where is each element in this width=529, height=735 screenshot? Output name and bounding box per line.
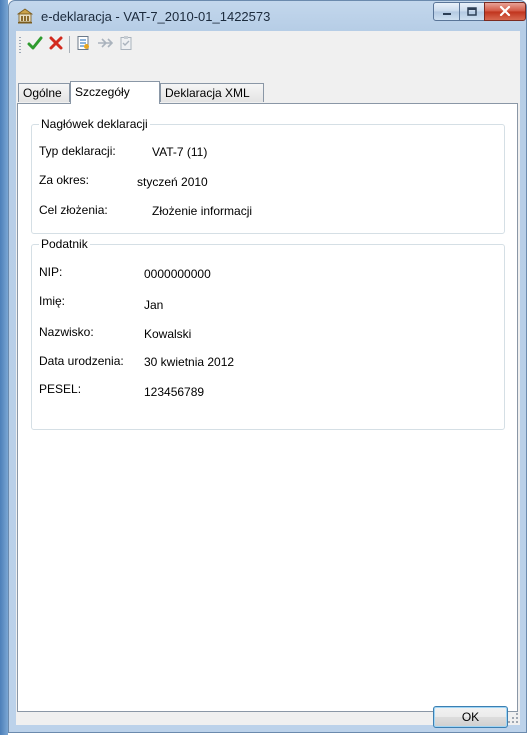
building-icon	[16, 8, 34, 24]
close-button[interactable]	[484, 2, 526, 21]
nip-value: 0000000000	[144, 267, 211, 281]
desktop-edge	[0, 0, 8, 735]
accept-button[interactable]	[26, 35, 44, 53]
tab-ogolne[interactable]: Ogólne	[18, 83, 70, 102]
resize-grip-icon[interactable]	[507, 712, 519, 724]
document-button[interactable]	[74, 35, 92, 53]
toolbar-grip[interactable]	[19, 37, 21, 53]
purpose-label: Cel złożenia:	[39, 203, 108, 217]
dialog-window: e-deklaracja - VAT-7_2010-01_1422573 Ogó…	[8, 0, 527, 733]
checkmark-icon	[27, 35, 43, 54]
toolbar-separator	[69, 36, 70, 53]
birth-date-label: Data urodzenia:	[39, 354, 124, 368]
last-name-label: Nazwisko:	[39, 325, 94, 339]
details-panel: Nagłówek deklaracji Typ deklaracji: VAT-…	[17, 103, 518, 712]
tab-deklaracja-xml[interactable]: Deklaracja XML	[160, 83, 264, 102]
x-icon	[48, 35, 64, 54]
first-name-label: Imię:	[39, 294, 66, 308]
minimize-button[interactable]	[433, 2, 460, 21]
tab-strip: Ogólne Szczegóły Deklaracja XML	[16, 81, 520, 104]
pesel-label: PESEL:	[39, 382, 82, 396]
document-icon	[75, 35, 91, 54]
purpose-value: Złożenie informacji	[152, 204, 253, 218]
clipboard-button[interactable]	[117, 35, 135, 53]
client-area: Ogólne Szczegóły Deklaracja XML Nagłówek…	[16, 31, 520, 728]
forward-button[interactable]	[96, 35, 114, 53]
declaration-type-value: VAT-7 (11)	[152, 145, 208, 159]
group-title: Podatnik	[39, 237, 90, 251]
minimize-icon	[442, 5, 452, 19]
title-bar[interactable]: e-deklaracja - VAT-7_2010-01_1422573	[9, 1, 526, 31]
group-title: Nagłówek deklaracji	[39, 117, 150, 131]
period-label: Za okres:	[39, 173, 90, 187]
birth-date-value: 30 kwietnia 2012	[144, 355, 235, 369]
declaration-type-label: Typ deklaracji:	[39, 144, 116, 158]
declaration-header-group: Nagłówek deklaracji Typ deklaracji: VAT-…	[31, 117, 505, 234]
maximize-button[interactable]	[459, 2, 485, 21]
pesel-value: 123456789	[144, 385, 205, 399]
taxpayer-group: Podatnik NIP: 0000000000 Imię: Jan Nazwi…	[31, 237, 505, 430]
nip-label: NIP:	[39, 265, 63, 279]
window-title: e-deklaracja - VAT-7_2010-01_1422573	[41, 9, 271, 24]
close-icon	[499, 5, 511, 19]
ok-button[interactable]: OK	[433, 706, 508, 728]
clipboard-icon	[118, 35, 134, 54]
reject-button[interactable]	[47, 35, 65, 53]
period-value: styczeń 2010	[137, 175, 208, 189]
tab-szczegoly[interactable]: Szczegóły	[70, 81, 160, 104]
maximize-icon	[467, 5, 477, 19]
last-name-value: Kowalski	[144, 327, 192, 341]
first-name-value: Jan	[144, 298, 164, 312]
toolbar	[16, 31, 520, 58]
double-arrow-icon	[97, 35, 114, 54]
